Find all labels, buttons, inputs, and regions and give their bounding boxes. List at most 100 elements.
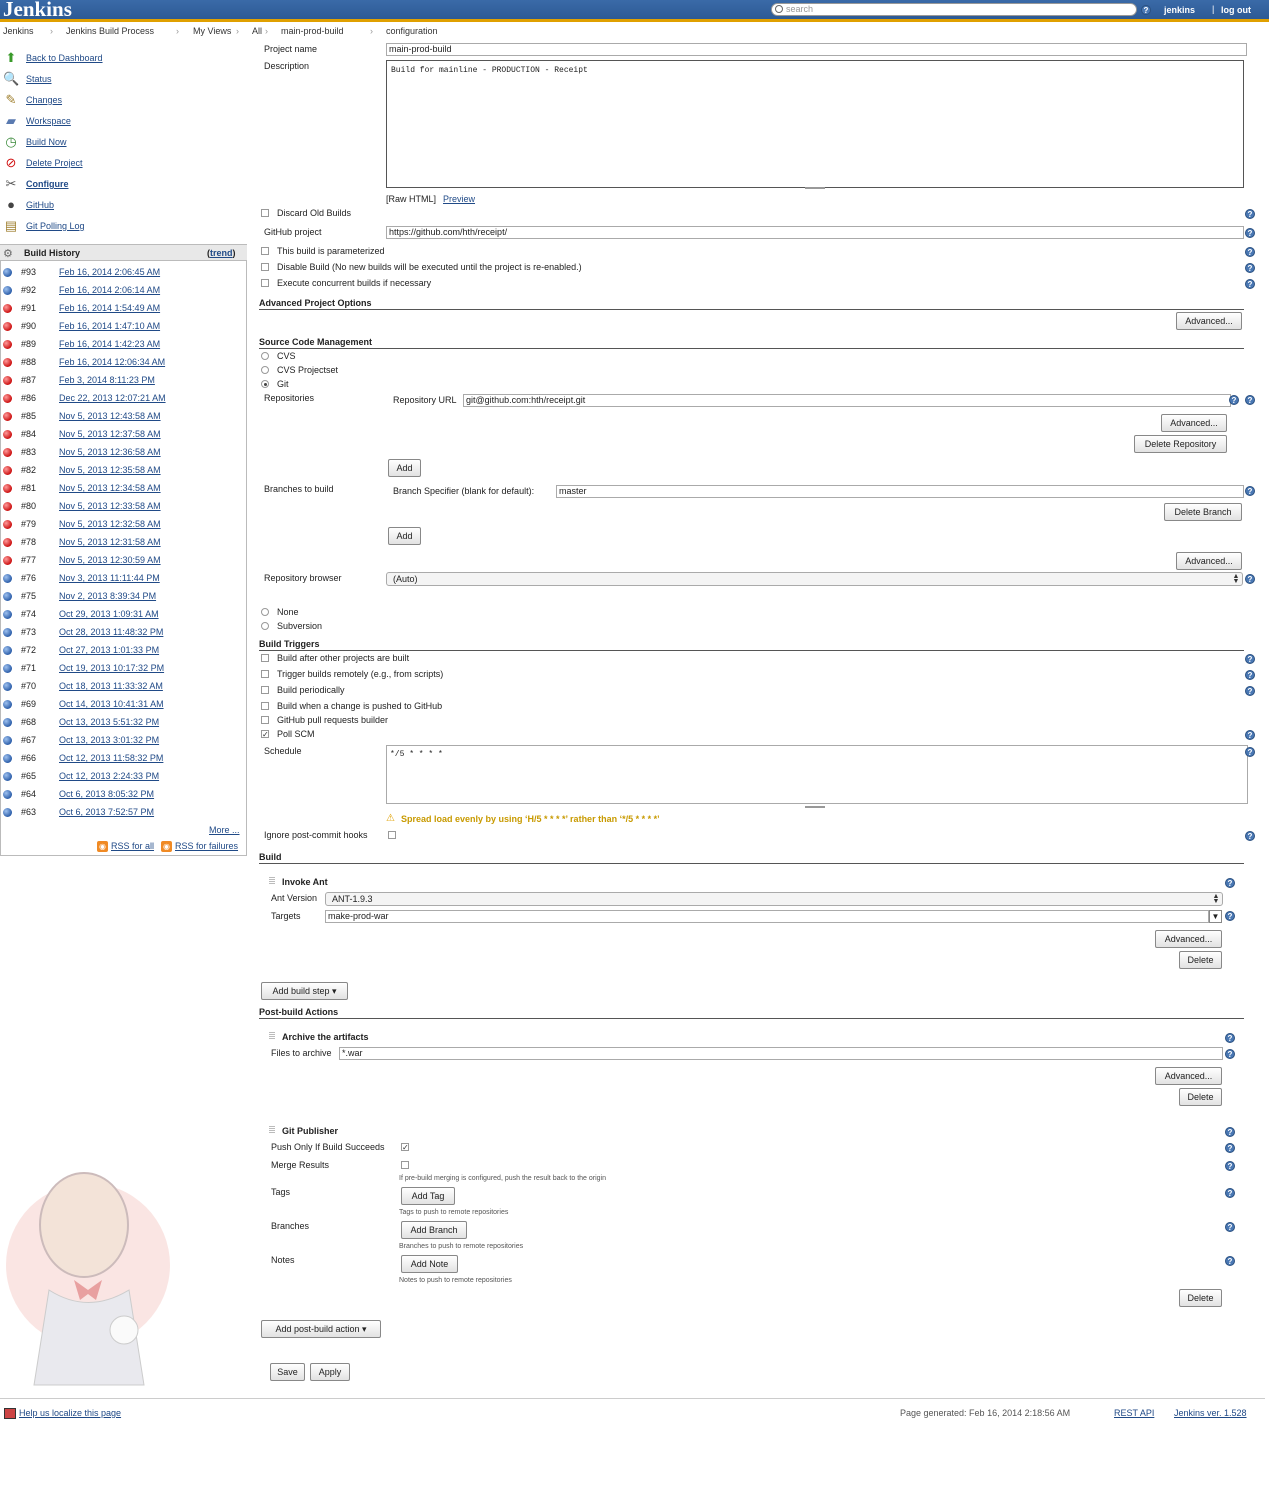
help-icon[interactable]: ?: [1225, 1033, 1235, 1043]
add-tag-button[interactable]: Add Tag: [401, 1187, 455, 1205]
help-icon[interactable]: ?: [1245, 395, 1255, 405]
help-icon[interactable]: ?: [1245, 831, 1255, 841]
breadcrumb-my-views[interactable]: My Views: [193, 26, 231, 36]
merge-results-checkbox[interactable]: [401, 1161, 409, 1169]
concurrent-builds-checkbox[interactable]: [261, 279, 269, 287]
help-icon[interactable]: ?: [1245, 730, 1255, 740]
drag-handle-icon[interactable]: [269, 1032, 275, 1040]
logout-link[interactable]: log out: [1221, 5, 1251, 15]
sidebar-item-label[interactable]: Build Now: [26, 137, 67, 147]
scm-git-radio[interactable]: [261, 380, 269, 388]
help-icon[interactable]: ?: [1245, 654, 1255, 664]
ignore-hooks-checkbox[interactable]: [388, 831, 396, 839]
help-icon[interactable]: ?: [1225, 1161, 1235, 1171]
textarea-resize-handle[interactable]: [805, 187, 825, 189]
help-icon[interactable]: ?: [1225, 1188, 1235, 1198]
breadcrumb-all[interactable]: All: [252, 26, 262, 36]
build-date-link[interactable]: Oct 14, 2013 10:41:31 AM: [59, 699, 164, 709]
help-icon[interactable]: ?: [1245, 670, 1255, 680]
disable-build-checkbox[interactable]: [261, 263, 269, 271]
delete-git-publisher-button[interactable]: Delete: [1179, 1289, 1222, 1307]
build-date-link[interactable]: Oct 18, 2013 11:33:32 AM: [59, 681, 163, 691]
help-icon[interactable]: ?: [1245, 747, 1255, 757]
scm-subversion-radio[interactable]: [261, 622, 269, 630]
build-date-link[interactable]: Nov 3, 2013 11:11:44 PM: [59, 573, 160, 583]
help-icon[interactable]: ?: [1225, 1256, 1235, 1266]
build-date-link[interactable]: Nov 5, 2013 12:32:58 AM: [59, 519, 161, 529]
jenkins-version-link[interactable]: Jenkins ver. 1.528: [1174, 1408, 1247, 1418]
trigger-poll-scm-checkbox[interactable]: ✓: [261, 730, 269, 739]
build-date-link[interactable]: Feb 16, 2014 2:06:45 AM: [59, 267, 160, 277]
parameterized-checkbox[interactable]: [261, 247, 269, 255]
build-date-link[interactable]: Nov 5, 2013 12:43:58 AM: [59, 411, 161, 421]
help-icon[interactable]: ?: [1245, 247, 1255, 257]
push-only-checkbox[interactable]: ✓: [401, 1143, 409, 1152]
schedule-textarea[interactable]: */5 * * * *: [386, 745, 1248, 804]
breadcrumb-build-process[interactable]: Jenkins Build Process: [66, 26, 154, 36]
save-button[interactable]: Save: [270, 1363, 305, 1381]
drag-handle-icon[interactable]: [269, 877, 275, 885]
trigger-github-push-checkbox[interactable]: [261, 702, 269, 710]
add-branch-publisher-button[interactable]: Add Branch: [401, 1221, 467, 1239]
build-date-link[interactable]: Feb 3, 2014 8:11:23 PM: [59, 375, 155, 385]
help-icon[interactable]: ?: [1245, 228, 1255, 238]
scm-cvs-radio[interactable]: [261, 352, 269, 360]
build-date-link[interactable]: Feb 16, 2014 1:42:23 AM: [59, 339, 160, 349]
trigger-remote-checkbox[interactable]: [261, 670, 269, 678]
trigger-after-other-checkbox[interactable]: [261, 654, 269, 662]
discard-old-builds-checkbox[interactable]: [261, 209, 269, 217]
build-date-link[interactable]: Nov 5, 2013 12:34:58 AM: [59, 483, 161, 493]
repository-advanced-button[interactable]: Advanced...: [1161, 414, 1227, 432]
help-icon[interactable]: ?: [1225, 1143, 1235, 1153]
build-date-link[interactable]: Nov 5, 2013 12:37:58 AM: [59, 429, 161, 439]
description-textarea[interactable]: Build for mainline - PRODUCTION - Receip…: [386, 60, 1244, 188]
help-icon[interactable]: ?: [1225, 1222, 1235, 1232]
help-icon[interactable]: ?: [1225, 878, 1235, 888]
build-date-link[interactable]: Feb 16, 2014 2:06:14 AM: [59, 285, 160, 295]
localize-link[interactable]: Help us localize this page: [19, 1408, 121, 1418]
help-icon[interactable]: ?: [1245, 574, 1255, 584]
build-date-link[interactable]: Oct 6, 2013 7:52:57 PM: [59, 807, 154, 817]
build-date-link[interactable]: Nov 5, 2013 12:33:58 AM: [59, 501, 161, 511]
add-branch-spec-button[interactable]: Add: [388, 527, 421, 545]
add-post-build-action-button[interactable]: Add post-build action ▾: [261, 1320, 381, 1338]
help-icon[interactable]: ?: [1225, 1127, 1235, 1137]
breadcrumb-jenkins[interactable]: Jenkins: [3, 26, 34, 36]
ant-advanced-button[interactable]: Advanced...: [1155, 930, 1222, 948]
ant-version-select[interactable]: ANT-1.9.3 ▲ ▼: [325, 892, 1223, 906]
repository-url-input[interactable]: git@github.com:hth/receipt.git: [463, 394, 1231, 407]
rss-failures-link[interactable]: RSS for failures: [175, 841, 238, 851]
build-date-link[interactable]: Oct 12, 2013 11:58:32 PM: [59, 753, 163, 763]
sidebar-item-label[interactable]: Changes: [26, 95, 62, 105]
rest-api-link[interactable]: REST API: [1114, 1408, 1154, 1418]
trigger-github-pr-checkbox[interactable]: [261, 716, 269, 724]
build-date-link[interactable]: Dec 22, 2013 12:07:21 AM: [59, 393, 166, 403]
scm-cvs-projectset-radio[interactable]: [261, 366, 269, 374]
preview-link[interactable]: Preview: [443, 194, 475, 204]
search-input[interactable]: search: [771, 3, 1137, 16]
delete-archive-button[interactable]: Delete: [1179, 1088, 1222, 1106]
build-date-link[interactable]: Oct 28, 2013 11:48:32 PM: [59, 627, 163, 637]
rss-all-link[interactable]: RSS for all: [111, 841, 154, 851]
help-icon[interactable]: ?: [1245, 686, 1255, 696]
build-date-link[interactable]: Feb 16, 2014 1:47:10 AM: [59, 321, 160, 331]
help-icon[interactable]: ?: [1245, 263, 1255, 273]
add-repository-button[interactable]: Add: [388, 459, 421, 477]
delete-branch-button[interactable]: Delete Branch: [1164, 503, 1242, 521]
scm-none-radio[interactable]: [261, 608, 269, 616]
targets-input[interactable]: make-prod-war: [325, 910, 1209, 923]
files-to-archive-input[interactable]: *.war: [339, 1047, 1223, 1060]
build-date-link[interactable]: Nov 5, 2013 12:36:58 AM: [59, 447, 161, 457]
scm-advanced-button[interactable]: Advanced...: [1176, 552, 1242, 570]
add-note-button[interactable]: Add Note: [401, 1255, 458, 1273]
sidebar-item-label[interactable]: Delete Project: [26, 158, 83, 168]
build-date-link[interactable]: Feb 16, 2014 1:54:49 AM: [59, 303, 160, 313]
sidebar-item-label[interactable]: GitHub: [26, 200, 54, 210]
delete-repository-button[interactable]: Delete Repository: [1134, 435, 1227, 453]
build-date-link[interactable]: Nov 5, 2013 12:30:59 AM: [59, 555, 161, 565]
build-date-link[interactable]: Oct 13, 2013 3:01:32 PM: [59, 735, 159, 745]
build-date-link[interactable]: Oct 13, 2013 5:51:32 PM: [59, 717, 159, 727]
sidebar-item-label[interactable]: Git Polling Log: [26, 221, 85, 231]
sidebar-item-label[interactable]: Configure: [26, 179, 69, 189]
build-date-link[interactable]: Nov 2, 2013 8:39:34 PM: [59, 591, 156, 601]
